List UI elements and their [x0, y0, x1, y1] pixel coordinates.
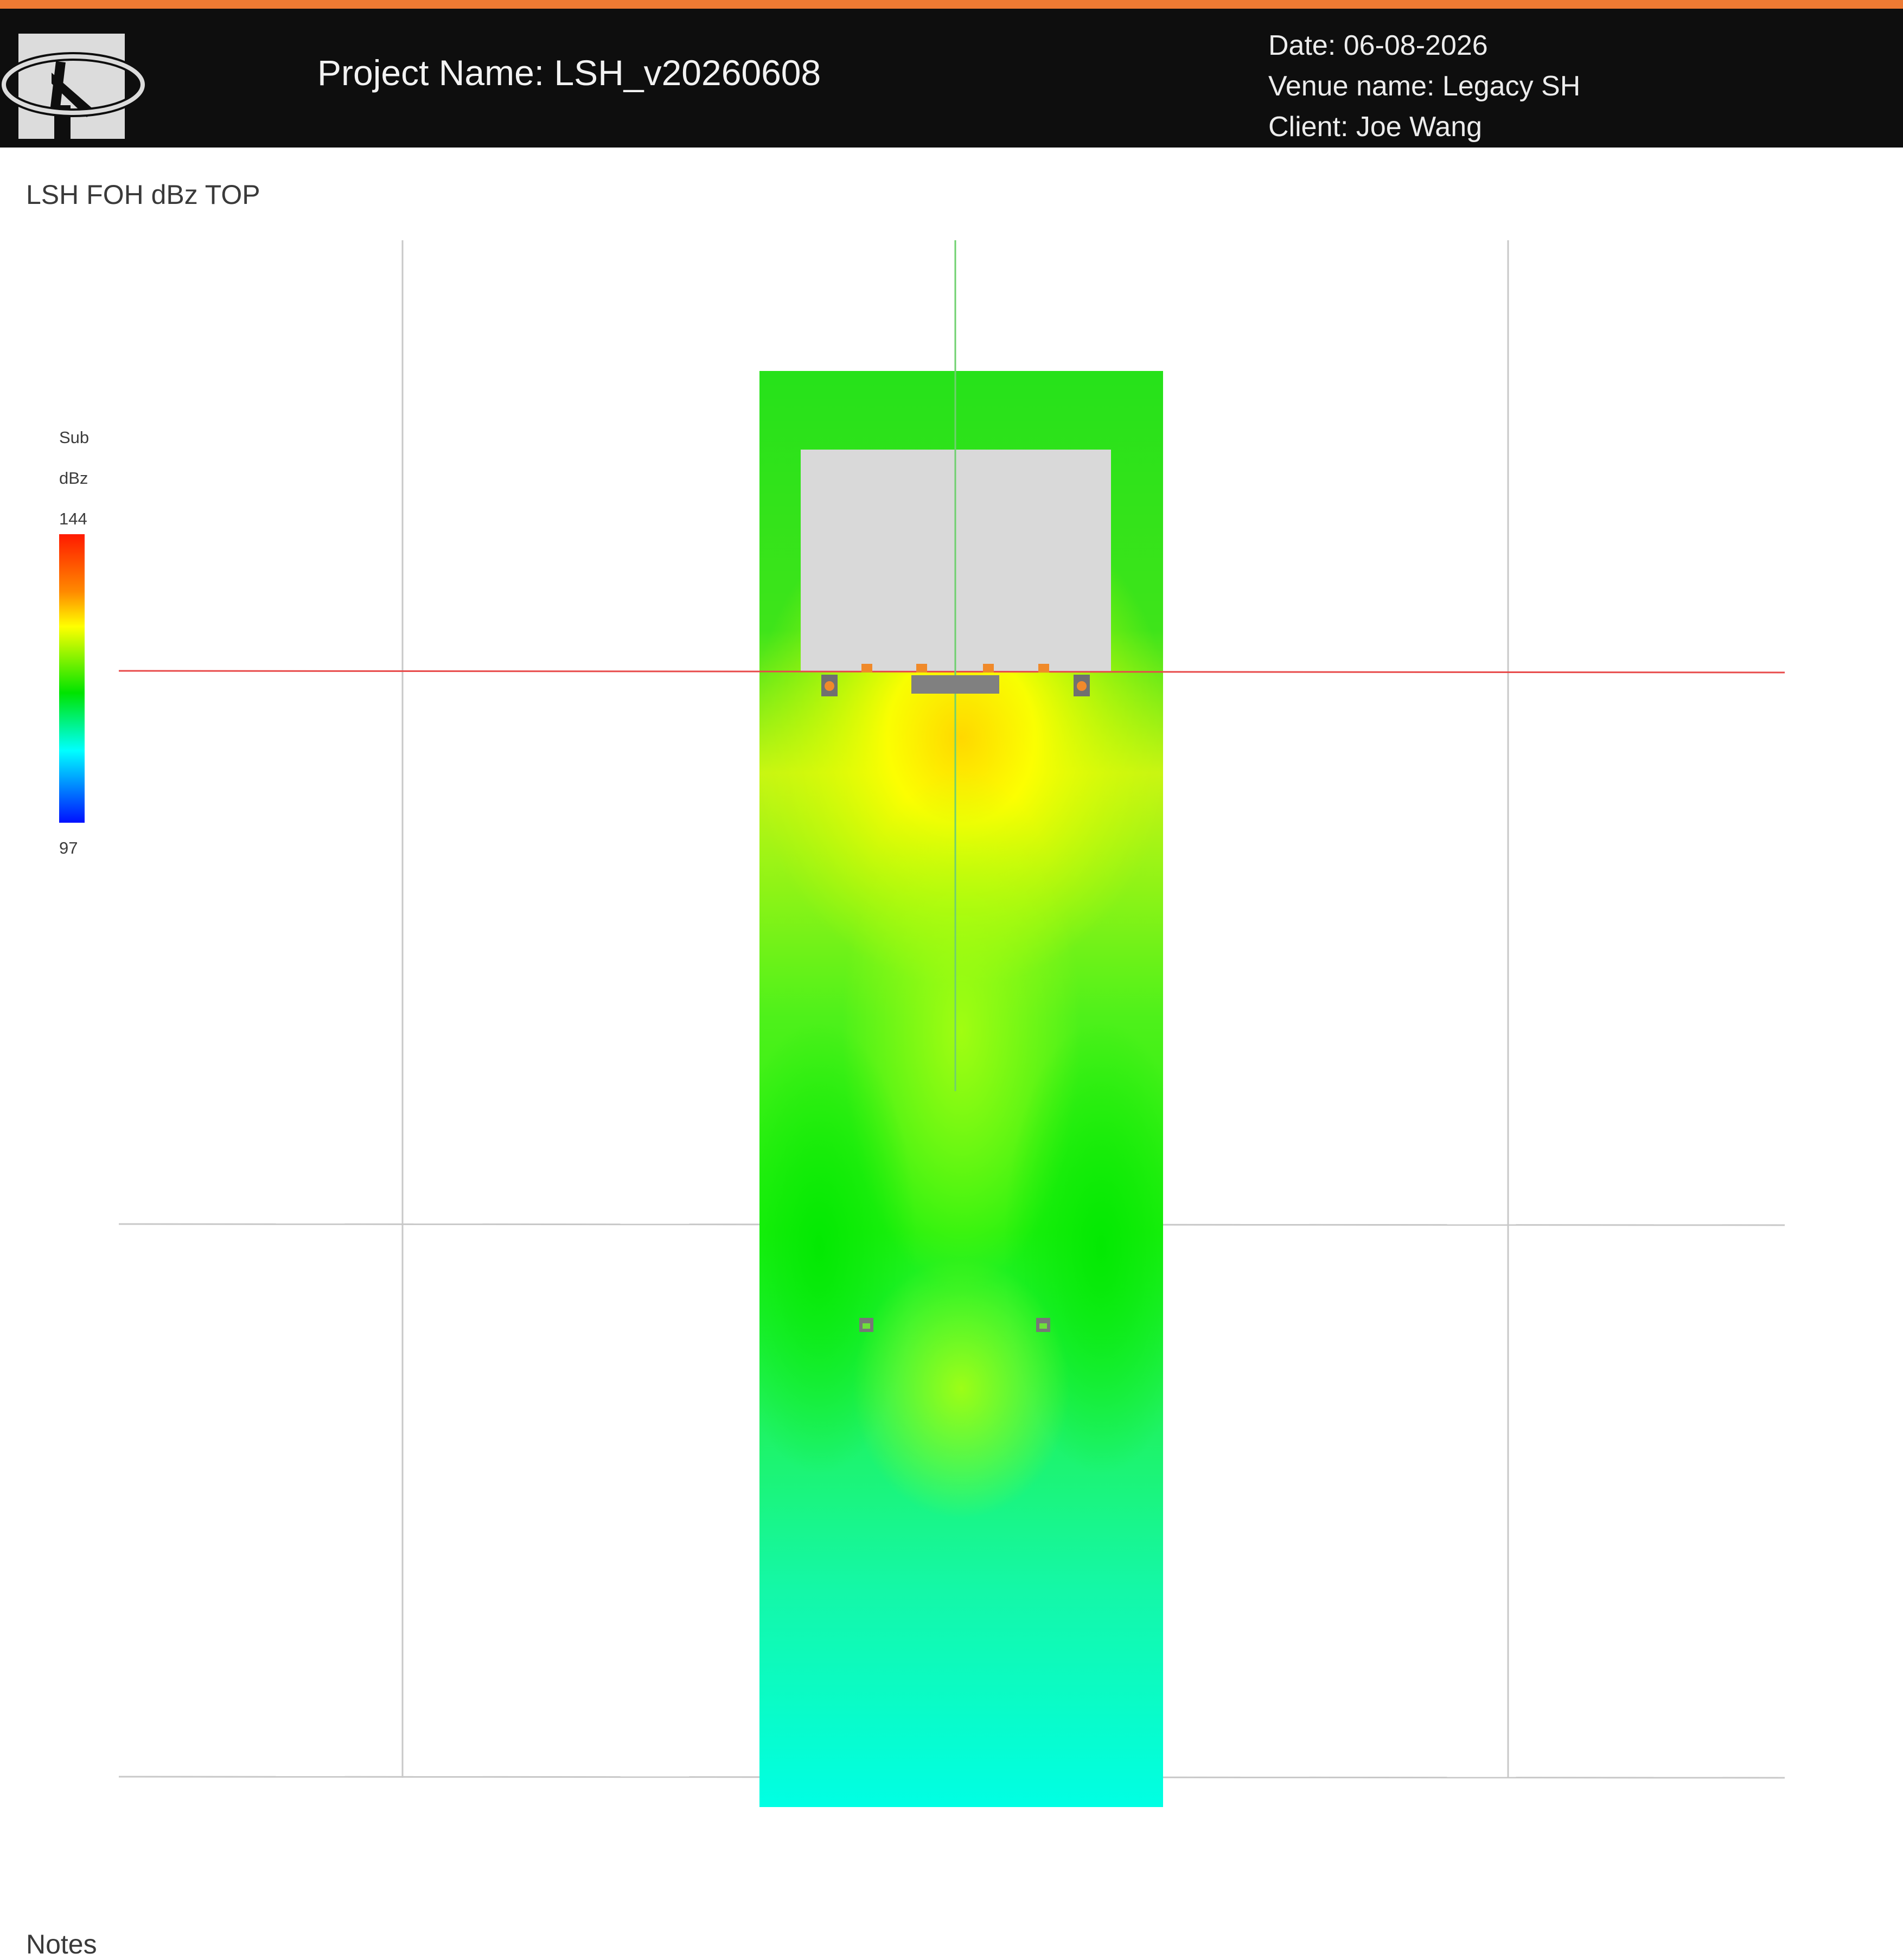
front-fill-2	[916, 664, 927, 672]
spl-coverage-plot: Sub dBz 144 97	[59, 240, 1785, 1807]
driver-left-main	[825, 681, 834, 691]
center-sub-array	[911, 675, 999, 694]
legend-max-label: 144	[59, 509, 87, 528]
front-fill-1	[861, 664, 872, 672]
color-scale-legend: Sub dBz 144 97	[59, 428, 89, 857]
delay-speaker-right-driver	[1039, 1323, 1047, 1329]
front-fill-3	[983, 664, 994, 672]
legend-unit-label: dBz	[59, 469, 88, 488]
x-axis-line	[118, 670, 1785, 674]
front-fill-4	[1038, 664, 1049, 672]
notes-label: Notes	[26, 1929, 97, 1959]
legend-source-label: Sub	[59, 428, 89, 447]
delay-speaker-left-driver	[863, 1323, 870, 1329]
legend-color-bar	[59, 534, 85, 823]
legend-min-label: 97	[59, 838, 78, 857]
driver-right-main	[1077, 681, 1087, 691]
